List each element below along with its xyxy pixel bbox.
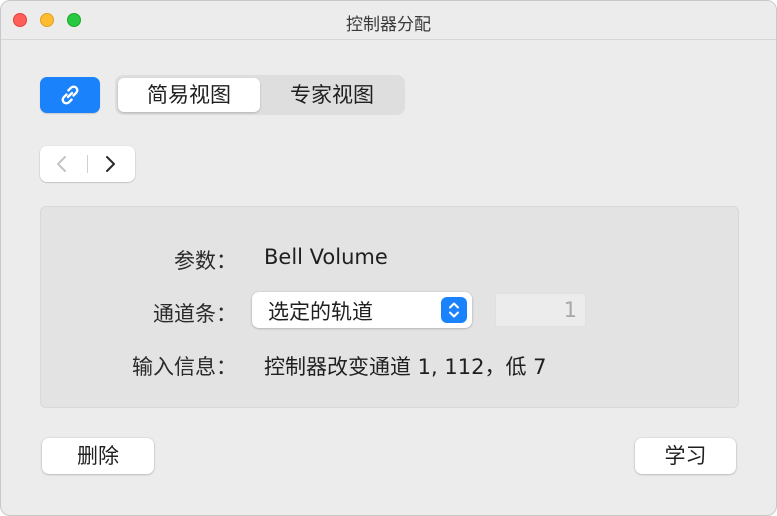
tab-simple-view[interactable]: 简易视图 (118, 78, 260, 112)
popup-arrows-icon (441, 297, 467, 323)
parameter-label: 参数： (174, 249, 237, 273)
parameter-value: Bell Volume (264, 245, 388, 269)
input-message-value: 控制器改变通道 1, 112，低 7 (264, 355, 547, 379)
channel-strip-popup[interactable]: 选定的轨道 (252, 292, 472, 328)
window-title: 控制器分配 (346, 15, 431, 35)
chevron-left-icon[interactable] (52, 154, 72, 174)
controller-assignments-window: 控制器分配 简易视图 专家视图 参数： Bell Volume 通道条： 选定的… (0, 0, 777, 516)
view-segmented-control: 简易视图 专家视图 (115, 75, 405, 115)
link-button[interactable] (40, 77, 100, 113)
channel-number-field[interactable]: 1 (495, 293, 586, 327)
chevron-right-icon[interactable] (100, 154, 120, 174)
channel-strip-selected: 选定的轨道 (268, 300, 373, 324)
channel-strip-label: 通道条： (153, 302, 237, 326)
learn-button[interactable]: 学习 (635, 438, 736, 474)
delete-button[interactable]: 删除 (42, 438, 154, 474)
title-bar: 控制器分配 (1, 1, 776, 40)
input-message-label: 输入信息： (132, 355, 237, 379)
assignment-navigation (40, 146, 135, 182)
nav-divider (87, 155, 88, 173)
tab-expert-view[interactable]: 专家视图 (261, 78, 403, 112)
link-icon (61, 85, 79, 105)
